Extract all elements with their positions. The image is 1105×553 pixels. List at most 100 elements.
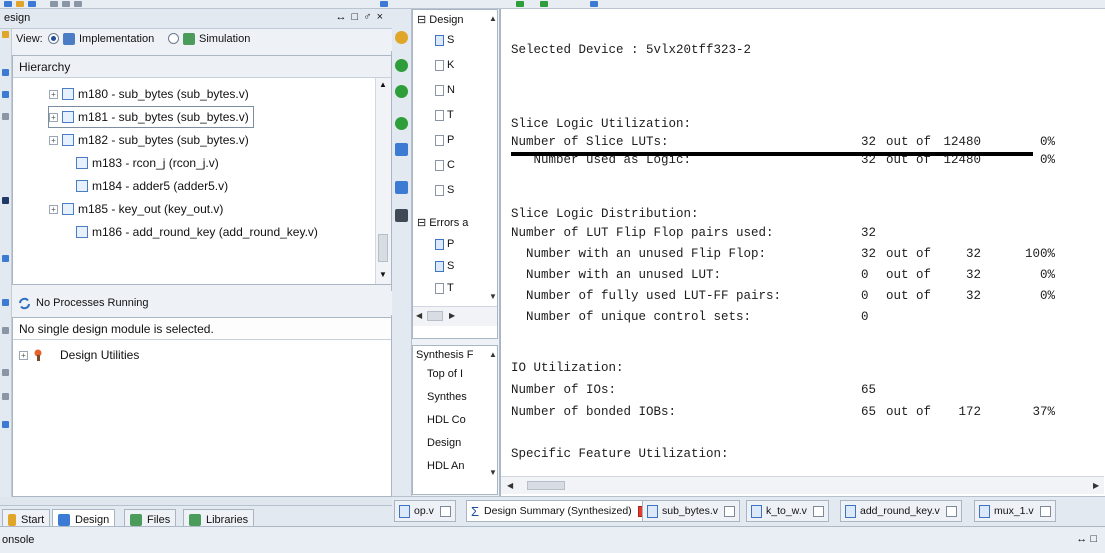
close-icon[interactable] [945, 505, 957, 517]
toolbar-grid-icon[interactable] [380, 1, 388, 7]
scroll-thumb[interactable] [378, 234, 388, 262]
report-list-item[interactable]: Design [427, 437, 461, 449]
close-icon[interactable] [724, 505, 736, 517]
design-overview-subitem[interactable]: T [435, 109, 454, 121]
design-overview-subitem[interactable]: K [435, 59, 454, 71]
side-tool-icon[interactable] [2, 299, 9, 306]
gear-icon[interactable] [395, 31, 408, 44]
hierarchy-item[interactable]: + m181 - sub_bytes (sub_bytes.v) [48, 106, 254, 128]
synthesis-report-header[interactable]: Synthesis F [416, 349, 473, 361]
design-overview-item[interactable]: ⊟ Design [417, 13, 464, 26]
errors-subitem[interactable]: T [435, 282, 454, 294]
save-icon[interactable] [28, 1, 36, 7]
run-icon[interactable] [516, 1, 524, 7]
side-tool-icon[interactable] [2, 197, 9, 204]
scroll-up-icon[interactable]: ▲ [379, 80, 387, 89]
design-overview-subitem[interactable]: C [435, 159, 455, 171]
utilization-row: Number with an unused LUT: 0 out of 32 0% [511, 268, 1071, 284]
row-total: 172 [958, 405, 981, 419]
errors-item[interactable]: ⊟ Errors a [417, 216, 468, 229]
grid-icon[interactable] [395, 181, 408, 194]
scroll-left-icon[interactable]: ◀ [416, 311, 422, 320]
run-all-icon[interactable] [540, 1, 548, 7]
rerun-process-icon[interactable] [395, 85, 408, 98]
hierarchy-item[interactable]: + m182 - sub_bytes (sub_bytes.v) [49, 130, 249, 150]
side-tool-icon[interactable] [2, 91, 9, 98]
hierarchy-item-label: m185 - key_out (key_out.v) [78, 202, 224, 216]
scroll-down-icon[interactable]: ▼ [489, 292, 497, 301]
side-tool-icon[interactable] [2, 69, 9, 76]
scroll-right-icon[interactable]: ▶ [449, 311, 455, 320]
hierarchy-item[interactable]: m186 - add_round_key (add_round_key.v) [63, 222, 318, 242]
side-tool-icon[interactable] [2, 327, 9, 334]
scroll-down-icon[interactable]: ▼ [379, 270, 387, 279]
side-tool-icon[interactable] [2, 31, 9, 38]
expand-icon[interactable]: + [49, 204, 58, 214]
report-doc-icon [435, 260, 444, 272]
summary-h-scrollbar[interactable]: ◀ ▶ [501, 476, 1104, 494]
design-overview-subitem[interactable]: P [435, 134, 454, 146]
rerun-all-icon[interactable] [395, 117, 408, 130]
help-icon[interactable] [590, 1, 598, 7]
binoculars-icon[interactable] [395, 209, 408, 222]
hierarchy-item[interactable]: m183 - rcon_j (rcon_j.v) [63, 153, 219, 173]
implementation-label[interactable]: Implementation [79, 33, 154, 45]
open-folder-icon[interactable] [16, 1, 24, 7]
design-overview-tree: ⊟ Design ▲ SKNTPCS ⊟ Errors a PST ▼ ◀ ▶ [412, 9, 498, 339]
scroll-right-icon[interactable]: ▶ [1093, 481, 1099, 490]
simulation-icon [183, 33, 195, 45]
report-list-item[interactable]: HDL An [427, 460, 465, 472]
expand-icon[interactable]: + [19, 350, 28, 360]
errors-subitem[interactable]: P [435, 238, 454, 250]
tab-op-v[interactable]: op.v [394, 500, 456, 522]
tab-k-to-w-v[interactable]: k_to_w.v [746, 500, 829, 522]
implementation-radio[interactable] [48, 33, 59, 44]
design-overview-subitem[interactable]: S [435, 34, 454, 46]
scroll-thumb[interactable] [427, 311, 443, 321]
close-icon[interactable] [1039, 505, 1051, 517]
tab-sub-bytes-v[interactable]: sub_bytes.v [642, 500, 741, 522]
report-list-item[interactable]: Top of I [427, 368, 463, 380]
scroll-thumb[interactable] [527, 481, 565, 490]
toolbar [0, 0, 1105, 9]
design-utilities-item[interactable]: + Design Utilities [19, 345, 139, 365]
close-icon[interactable] [439, 505, 451, 517]
expand-icon[interactable]: + [49, 112, 58, 122]
console-window-controls[interactable]: ↔ □ [1076, 533, 1097, 545]
report-list-item[interactable]: Synthes [427, 391, 467, 403]
side-tool-icon[interactable] [2, 255, 9, 262]
scroll-up-icon[interactable]: ▲ [489, 350, 497, 359]
design-overview-subitem[interactable]: S [435, 184, 454, 196]
cut-icon[interactable] [50, 1, 58, 7]
hierarchy-item[interactable]: m184 - adder5 (adder5.v) [63, 176, 228, 196]
expand-icon[interactable]: + [49, 135, 58, 145]
design-overview-label: Design [429, 14, 464, 26]
tab-add-round-key-v[interactable]: add_round_key.v [840, 500, 962, 522]
tab-mux-1-v[interactable]: mux_1.v [974, 500, 1056, 522]
simulation-label[interactable]: Simulation [199, 33, 250, 45]
scroll-down-icon[interactable]: ▼ [489, 468, 497, 477]
run-process-icon[interactable] [395, 59, 408, 72]
copy-icon[interactable] [62, 1, 70, 7]
side-tool-icon[interactable] [2, 369, 9, 376]
side-tool-icon[interactable] [2, 113, 9, 120]
errors-subitem[interactable]: S [435, 260, 454, 272]
h-scrollbar[interactable]: ◀ ▶ [413, 306, 497, 326]
paste-icon[interactable] [74, 1, 82, 7]
side-tool-icon[interactable] [2, 421, 9, 428]
design-overview-subitem[interactable]: N [435, 84, 455, 96]
scroll-up-icon[interactable]: ▲ [489, 14, 497, 23]
expand-icon[interactable]: + [49, 89, 58, 99]
panel-window-controls[interactable]: ↔ □ ♂ × [336, 11, 385, 23]
hierarchy-item[interactable]: + m180 - sub_bytes (sub_bytes.v) [49, 84, 249, 104]
tab-design-summary[interactable]: Σ Design Summary (Synthesized) [466, 500, 654, 522]
close-icon[interactable] [812, 505, 824, 517]
hierarchy-item[interactable]: + m185 - key_out (key_out.v) [49, 199, 223, 219]
report-list-item[interactable]: HDL Co [427, 414, 466, 426]
view-icon[interactable] [395, 143, 408, 156]
new-file-icon[interactable] [4, 1, 12, 7]
side-tool-icon[interactable] [2, 393, 9, 400]
hierarchy-scrollbar[interactable]: ▲ ▼ [375, 78, 391, 284]
scroll-left-icon[interactable]: ◀ [507, 481, 513, 490]
simulation-radio[interactable] [168, 33, 179, 44]
